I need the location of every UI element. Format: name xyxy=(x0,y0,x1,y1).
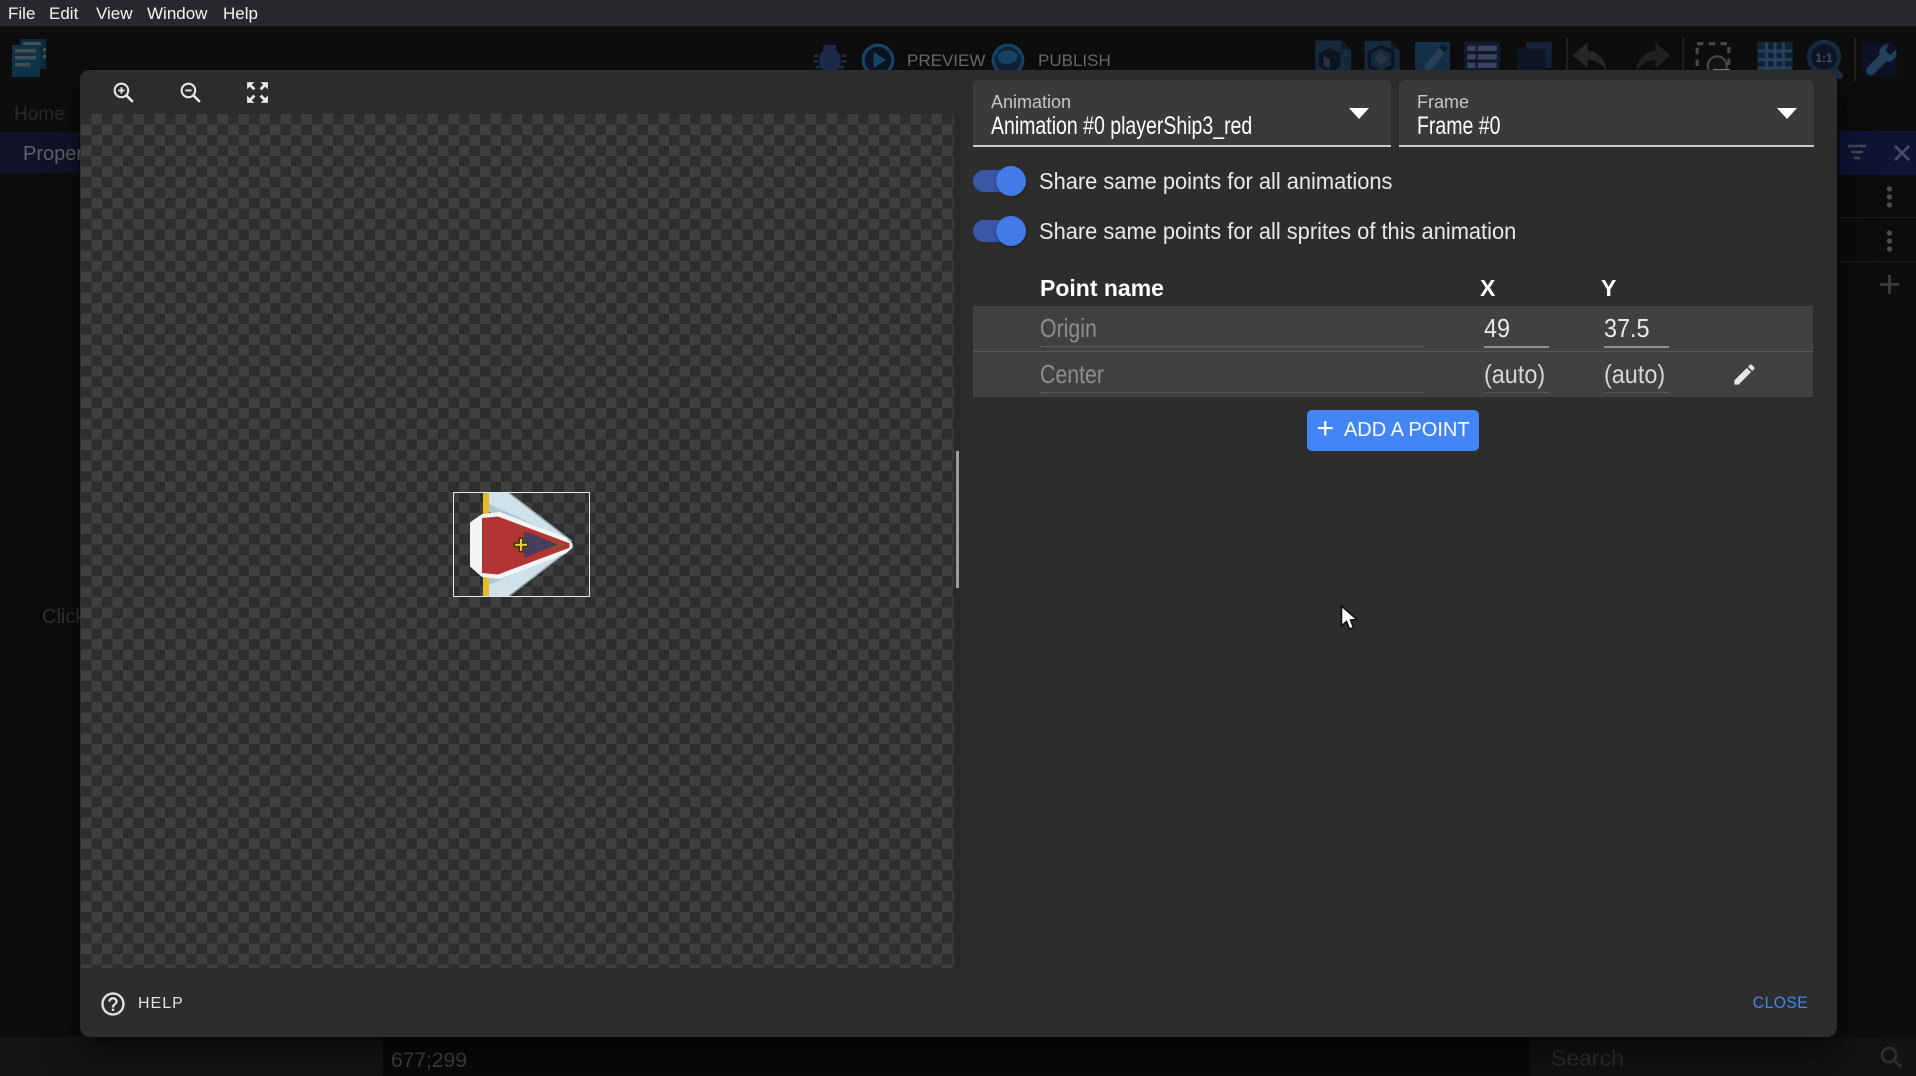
svg-text:1:1: 1:1 xyxy=(1815,51,1833,65)
